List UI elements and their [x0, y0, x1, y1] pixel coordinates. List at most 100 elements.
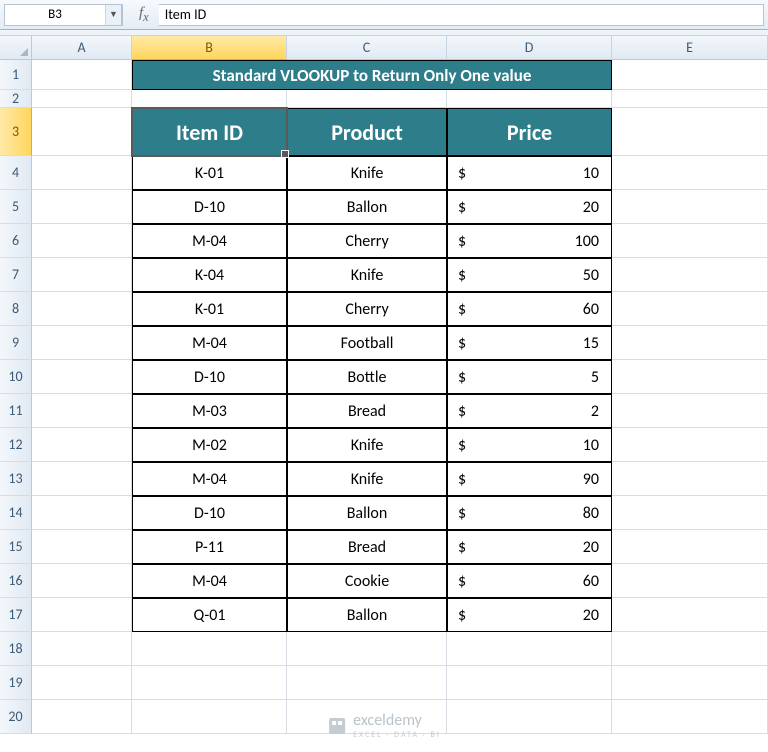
row-header-8[interactable]: 8 — [0, 292, 32, 326]
cell-E16[interactable] — [612, 564, 768, 598]
cell-E20[interactable] — [612, 700, 768, 734]
cell-C7[interactable]: Knife — [287, 258, 447, 292]
row-header-10[interactable]: 10 — [0, 360, 32, 394]
cell-A3[interactable] — [32, 108, 132, 156]
cell-D6[interactable]: $100 — [447, 224, 612, 258]
cell-A19[interactable] — [32, 666, 132, 700]
cell-B6[interactable]: M-04 — [132, 224, 287, 258]
row-header-5[interactable]: 5 — [0, 190, 32, 224]
cell-D5[interactable]: $20 — [447, 190, 612, 224]
cell-E11[interactable] — [612, 394, 768, 428]
row-header-20[interactable]: 20 — [0, 700, 32, 734]
row-header-3[interactable]: 3 — [0, 108, 32, 156]
cell-A20[interactable] — [32, 700, 132, 734]
cell-D12[interactable]: $10 — [447, 428, 612, 462]
cell-C3[interactable]: Product — [287, 108, 447, 156]
cell-B18[interactable] — [132, 632, 287, 666]
cell-E13[interactable] — [612, 462, 768, 496]
cell-C5[interactable]: Ballon — [287, 190, 447, 224]
cell-A15[interactable] — [32, 530, 132, 564]
cell-D8[interactable]: $60 — [447, 292, 612, 326]
row-header-19[interactable]: 19 — [0, 666, 32, 700]
cell-A8[interactable] — [32, 292, 132, 326]
row-header-9[interactable]: 9 — [0, 326, 32, 360]
cell-B4[interactable]: K-01 — [132, 156, 287, 190]
cell-E4[interactable] — [612, 156, 768, 190]
cell-B8[interactable]: K-01 — [132, 292, 287, 326]
row-header-11[interactable]: 11 — [0, 394, 32, 428]
cell-C10[interactable]: Bottle — [287, 360, 447, 394]
cell-C9[interactable]: Football — [287, 326, 447, 360]
cell-E14[interactable] — [612, 496, 768, 530]
cell-E15[interactable] — [612, 530, 768, 564]
cell-A4[interactable] — [32, 156, 132, 190]
cell-D7[interactable]: $50 — [447, 258, 612, 292]
cell-A14[interactable] — [32, 496, 132, 530]
cell-B1[interactable]: Standard VLOOKUP to Return Only One valu… — [132, 60, 612, 90]
cell-C18[interactable] — [287, 632, 447, 666]
cell-C20[interactable] — [287, 700, 447, 734]
cell-B12[interactable]: M-02 — [132, 428, 287, 462]
cell-E7[interactable] — [612, 258, 768, 292]
name-box-dropdown[interactable]: ▼ — [105, 5, 121, 25]
cell-B3[interactable]: Item ID — [132, 108, 287, 156]
cell-B9[interactable]: M-04 — [132, 326, 287, 360]
cell-E17[interactable] — [612, 598, 768, 632]
cell-A5[interactable] — [32, 190, 132, 224]
cells-area[interactable]: Standard VLOOKUP to Return Only One valu… — [32, 60, 768, 734]
cell-D9[interactable]: $15 — [447, 326, 612, 360]
col-header-E[interactable]: E — [612, 36, 768, 60]
cell-A6[interactable] — [32, 224, 132, 258]
cell-C6[interactable]: Cherry — [287, 224, 447, 258]
cell-A18[interactable] — [32, 632, 132, 666]
cell-E12[interactable] — [612, 428, 768, 462]
cell-B10[interactable]: D-10 — [132, 360, 287, 394]
cell-C14[interactable]: Ballon — [287, 496, 447, 530]
cell-B14[interactable]: D-10 — [132, 496, 287, 530]
cell-B11[interactable]: M-03 — [132, 394, 287, 428]
row-header-17[interactable]: 17 — [0, 598, 32, 632]
cell-D17[interactable]: $20 — [447, 598, 612, 632]
cell-B13[interactable]: M-04 — [132, 462, 287, 496]
cell-A11[interactable] — [32, 394, 132, 428]
cell-A2[interactable] — [32, 90, 132, 108]
cell-C13[interactable]: Knife — [287, 462, 447, 496]
cell-C12[interactable]: Knife — [287, 428, 447, 462]
cell-E8[interactable] — [612, 292, 768, 326]
cell-D2[interactable] — [447, 90, 612, 108]
cell-D13[interactable]: $90 — [447, 462, 612, 496]
cell-E3[interactable] — [612, 108, 768, 156]
cell-D19[interactable] — [447, 666, 612, 700]
row-header-13[interactable]: 13 — [0, 462, 32, 496]
select-all-corner[interactable] — [0, 36, 32, 60]
cell-B7[interactable]: K-04 — [132, 258, 287, 292]
row-header-2[interactable]: 2 — [0, 90, 32, 108]
cell-A13[interactable] — [32, 462, 132, 496]
col-header-B[interactable]: B — [132, 36, 287, 60]
cell-A12[interactable] — [32, 428, 132, 462]
cell-C15[interactable]: Bread — [287, 530, 447, 564]
cell-E19[interactable] — [612, 666, 768, 700]
cell-D15[interactable]: $20 — [447, 530, 612, 564]
cell-A10[interactable] — [32, 360, 132, 394]
cell-D18[interactable] — [447, 632, 612, 666]
row-header-6[interactable]: 6 — [0, 224, 32, 258]
fx-icon[interactable]: fx — [139, 5, 149, 25]
cell-E18[interactable] — [612, 632, 768, 666]
cell-C17[interactable]: Ballon — [287, 598, 447, 632]
col-header-C[interactable]: C — [287, 36, 447, 60]
cell-B5[interactable]: D-10 — [132, 190, 287, 224]
row-header-7[interactable]: 7 — [0, 258, 32, 292]
cell-A16[interactable] — [32, 564, 132, 598]
cell-E6[interactable] — [612, 224, 768, 258]
cell-D3[interactable]: Price — [447, 108, 612, 156]
cell-E5[interactable] — [612, 190, 768, 224]
cell-E9[interactable] — [612, 326, 768, 360]
cell-B15[interactable]: P-11 — [132, 530, 287, 564]
cell-D11[interactable]: $2 — [447, 394, 612, 428]
row-header-14[interactable]: 14 — [0, 496, 32, 530]
cell-C8[interactable]: Cherry — [287, 292, 447, 326]
col-header-D[interactable]: D — [447, 36, 612, 60]
cell-C16[interactable]: Cookie — [287, 564, 447, 598]
cell-D10[interactable]: $5 — [447, 360, 612, 394]
